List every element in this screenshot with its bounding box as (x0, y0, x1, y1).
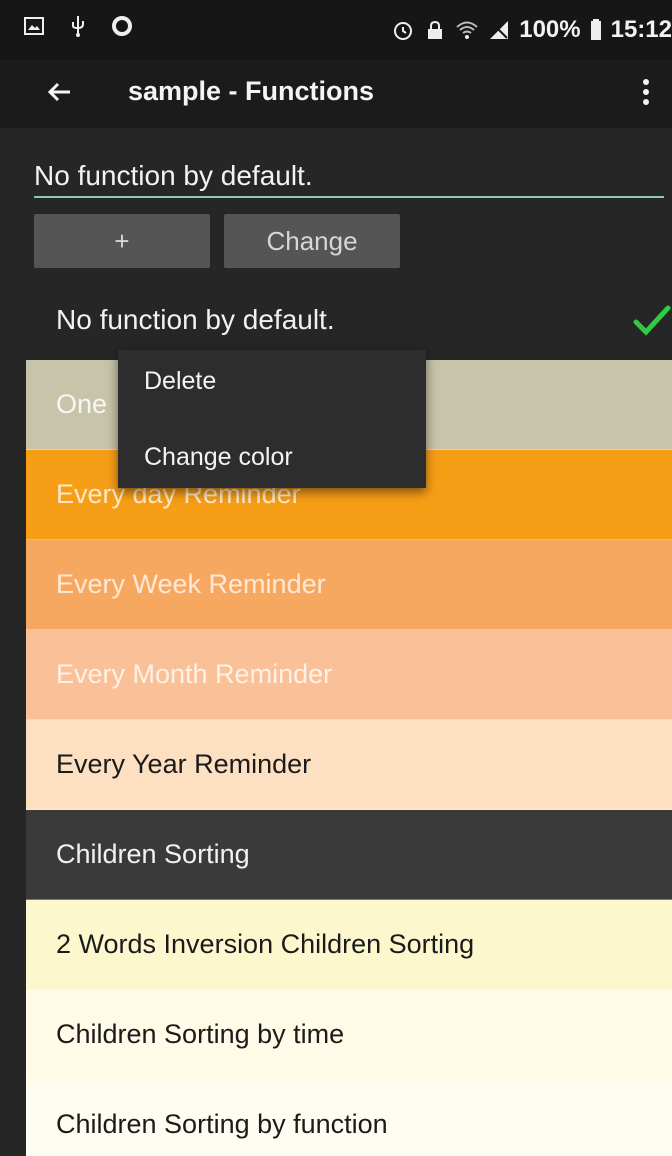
list-item-label: Children Sorting (56, 839, 250, 869)
status-bar: 100% 15:12 (0, 0, 672, 60)
alarm-icon (391, 18, 415, 42)
default-function-row[interactable]: No function by default. (26, 280, 672, 360)
default-function-label: No function by default. (56, 304, 335, 335)
page-title: sample - Functions (128, 76, 375, 106)
menu-item-change-color[interactable]: Change color (118, 432, 426, 482)
lock-icon (423, 18, 447, 42)
context-menu: Delete Change color (118, 350, 426, 488)
add-button[interactable]: + (34, 214, 210, 268)
circle-notification-icon (110, 14, 134, 38)
list-item-label: Every Month Reminder (56, 659, 333, 689)
list-item-label: 2 Words Inversion Children Sorting (56, 929, 475, 959)
list-item[interactable]: Children Sorting by time (26, 990, 672, 1080)
status-left-icons (22, 14, 134, 38)
wifi-icon (455, 18, 479, 42)
check-icon (632, 302, 672, 338)
list-item-label: Children Sorting by function (56, 1109, 388, 1139)
list-item-label: Children Sorting by time (56, 1019, 345, 1049)
list-item[interactable]: Children Sorting (26, 810, 672, 900)
app-bar: sample - Functions (0, 60, 672, 128)
image-icon (22, 14, 46, 38)
battery-icon (589, 18, 603, 42)
list-item[interactable]: Every Month Reminder (26, 630, 672, 720)
change-button[interactable]: Change (224, 214, 400, 268)
list-item-label: Every Year Reminder (56, 749, 312, 779)
status-right-icons: 100% 15:12 (391, 16, 672, 44)
more-vertical-icon (643, 79, 649, 105)
list-item[interactable]: 2 Words Inversion Children Sorting (26, 900, 672, 990)
content-area: + Change No function by default. One Ever… (0, 128, 672, 1156)
menu-item-delete[interactable]: Delete (118, 356, 426, 406)
usb-icon (66, 14, 90, 38)
arrow-left-icon (47, 82, 70, 102)
list-item[interactable]: Children Sorting by function (26, 1080, 672, 1156)
signal-off-icon (487, 18, 511, 42)
back-button[interactable] (40, 72, 80, 112)
list-item-label: One (56, 389, 108, 419)
list-item-label: Every Week Reminder (56, 569, 326, 599)
function-name-input[interactable] (34, 156, 664, 198)
app-screen: 100% 15:12 sample - Functions + Change (0, 0, 672, 1156)
overflow-menu-button[interactable] (634, 72, 658, 112)
list-item[interactable]: Every Week Reminder (26, 540, 672, 630)
list-item[interactable]: Every Year Reminder (26, 720, 672, 810)
status-time: 15:12 (610, 16, 672, 43)
battery-percent: 100% (519, 16, 581, 43)
